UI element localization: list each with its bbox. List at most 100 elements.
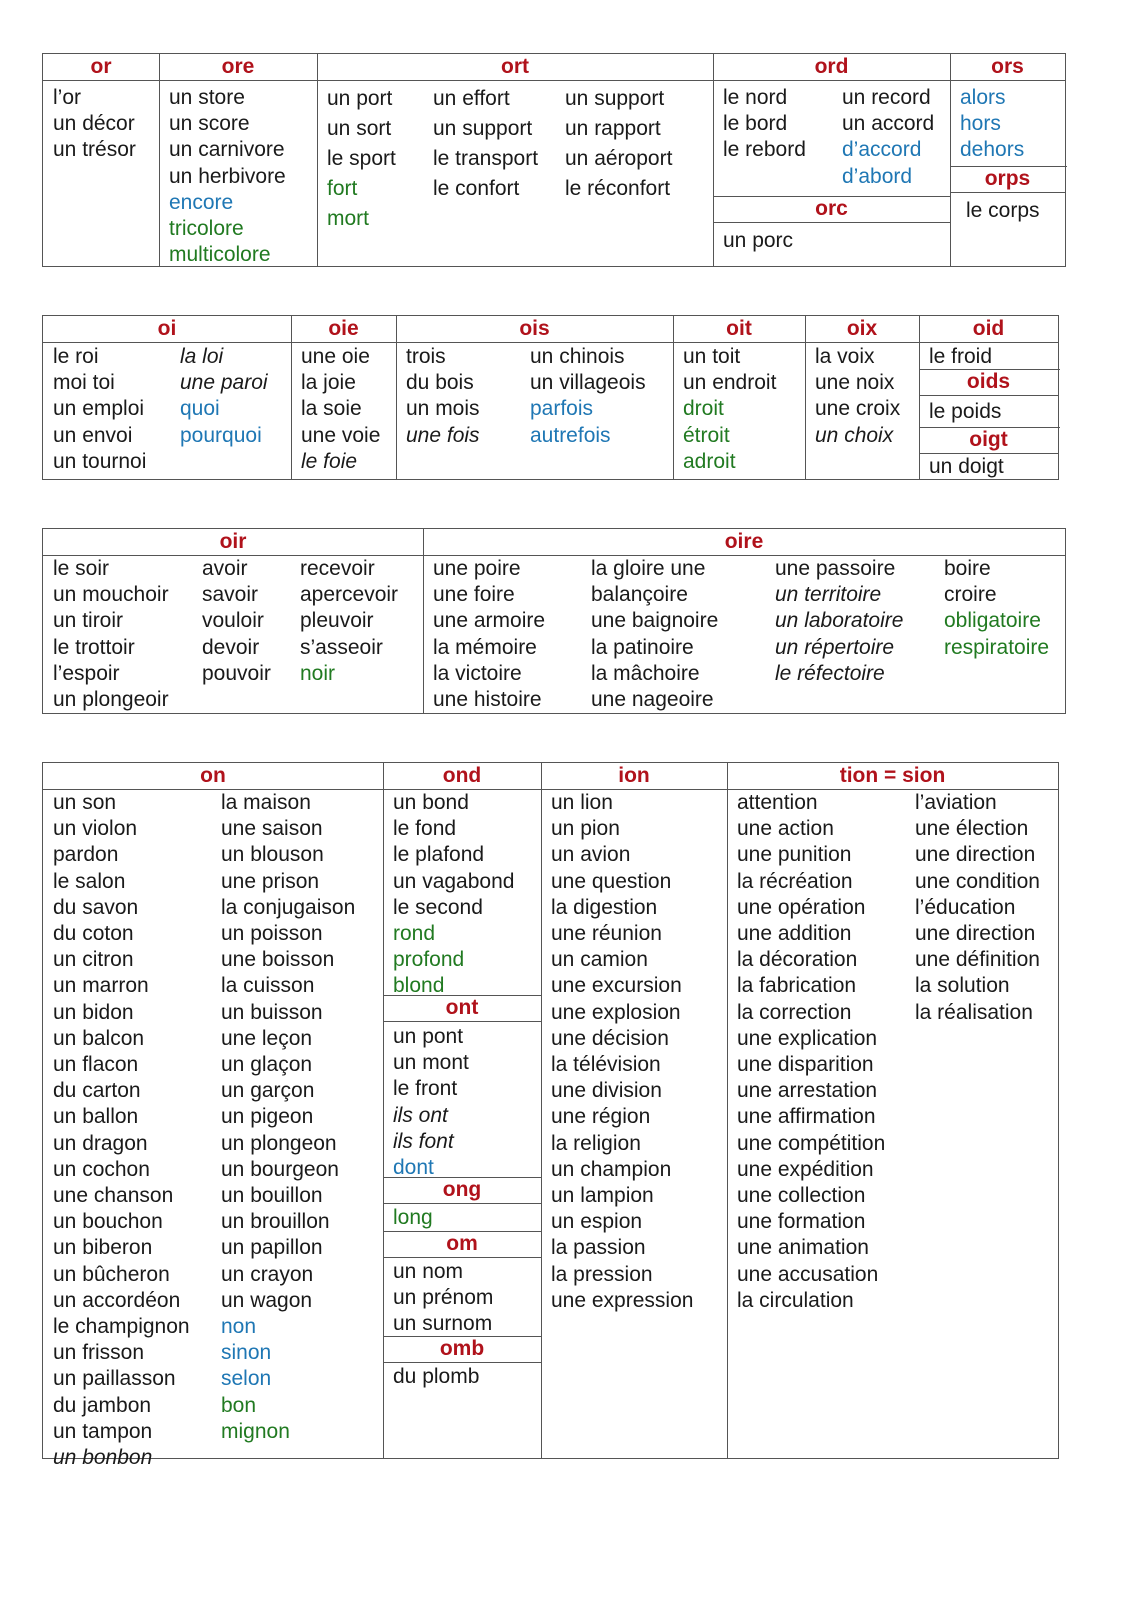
word-item: recevoir (300, 557, 375, 580)
word-item: la victoire (433, 661, 522, 685)
word-item: un store (169, 86, 245, 109)
word-item: un avion (551, 843, 631, 867)
word-item: une question (551, 869, 672, 893)
word-item: un plongeoir (53, 688, 169, 712)
word-item: un villageois (530, 371, 646, 395)
word-item: un pigeon (221, 1105, 314, 1129)
word-item: un violon (53, 817, 138, 841)
word-item: la maison (221, 791, 311, 814)
word-item: un bidon (53, 1000, 134, 1024)
word-item: un citron (53, 948, 134, 972)
word-item: un territoire (775, 583, 882, 607)
word-item: un décor (53, 112, 135, 136)
word-item: une collection (737, 1184, 866, 1208)
word-list-tion-1: attention une action une punition la récréa… (737, 790, 885, 1314)
word-item: pourquoi (180, 423, 262, 447)
word-item: un répertoire (775, 635, 895, 659)
word-item: une poire (433, 557, 521, 580)
word-item: un mouchoir (53, 583, 169, 607)
word-item: une compétition (737, 1131, 886, 1155)
word-item: une nageoire (591, 688, 714, 712)
word-item: quoi (180, 397, 220, 421)
word-item: la joie (301, 371, 356, 395)
word-item: la mémoire (433, 635, 537, 659)
word-list-oir-1: le soir un mouchoir un tiroir le trottoir l’… (53, 556, 169, 713)
word-list-ort-2: un effort un support le transport le confor… (433, 84, 538, 204)
word-item: une expression (551, 1288, 694, 1312)
word-item: un mois (406, 397, 480, 421)
word-item: une action (737, 817, 834, 841)
word-item: sinon (221, 1341, 272, 1365)
word-list-on-2: la maison une saison un blouson une prison l… (221, 790, 355, 1445)
word-item: une leçon (221, 1026, 313, 1050)
word-item: le plafond (393, 843, 485, 867)
word-item: la circulation (737, 1288, 854, 1312)
word-item: un blouson (221, 843, 324, 867)
word-item: hors (960, 112, 1001, 136)
word-item: un tampon (53, 1419, 153, 1443)
word-item: une oie (301, 345, 370, 368)
word-item: apercevoir (300, 583, 399, 607)
word-item: la loi (180, 345, 224, 368)
word-item: un accord (842, 112, 935, 136)
word-item: une excursion (551, 974, 682, 998)
word-item: le front (393, 1077, 458, 1101)
word-item: le trottoir (53, 635, 135, 659)
word-item: une réunion (551, 922, 662, 946)
word-item: une histoire (433, 688, 542, 712)
word-list-oir-3: recevoir apercevoir pleuvoir s’asseoir noir (300, 556, 398, 687)
word-item: un lion (551, 791, 613, 814)
word-item: une noix (815, 371, 895, 395)
word-item: une boisson (221, 948, 335, 972)
word-item: un bourgeon (221, 1157, 339, 1181)
word-item: une définition (915, 948, 1040, 972)
word-item: un score (169, 112, 250, 136)
word-item: la religion (551, 1131, 641, 1155)
word-list-ort-3: un support un rapport un aéroport le réconf… (565, 84, 672, 204)
word-list-ore: un store un score un carnivore un herbivore… (169, 85, 286, 268)
word-item: un paillasson (53, 1367, 176, 1391)
word-item: le roi (53, 345, 99, 368)
word-item: une baignoire (591, 609, 719, 633)
word-item: un chinois (530, 345, 625, 368)
table-oi-family: oi oie ois oit oix oid le roi moi toi un e… (42, 315, 1060, 480)
word-item: attention (737, 791, 818, 814)
word-item: un crayon (221, 1262, 314, 1286)
header-ong: ong (383, 1177, 541, 1204)
word-item: un laboratoire (775, 609, 904, 633)
word-item: un pion (551, 817, 620, 841)
word-item: encore (169, 190, 234, 214)
header-oix: oix (805, 316, 919, 343)
header-orps: orps (950, 166, 1065, 193)
word-item: une région (551, 1105, 651, 1129)
word-item: une explication (737, 1026, 878, 1050)
header-ois: ois (396, 316, 673, 343)
word-item: la digestion (551, 895, 658, 919)
header-ont: ont (383, 995, 541, 1022)
word-item: mort (327, 207, 369, 230)
header-orc: orc (713, 196, 950, 223)
word-item: pouvoir (202, 661, 271, 685)
word-list-ort-1: un port un sort le sport fort mort (327, 84, 396, 234)
header-ion: ion (541, 763, 727, 790)
header-oie: oie (291, 316, 396, 343)
word-item: un bonbon (53, 1446, 153, 1470)
word-item: la cuisson (221, 974, 315, 998)
word-item: un nom (393, 1260, 464, 1283)
word-item: une direction (915, 922, 1036, 946)
word-item: une saison (221, 817, 323, 841)
header-oit: oit (673, 316, 805, 343)
word-item: du plomb (393, 1365, 480, 1388)
word-list-oire-1: une poire une foire une armoire la mémoire l… (433, 556, 545, 713)
word-item: la pression (551, 1262, 653, 1286)
word-item: obligatoire (944, 609, 1041, 633)
word-item: tricolore (169, 217, 244, 241)
word-item: le corps (966, 199, 1040, 222)
word-item: balançoire (591, 583, 688, 607)
word-list-ont: un pont un mont le front ils ont ils font don… (393, 1024, 469, 1181)
word-item: devoir (202, 635, 260, 659)
header-oids: oids (919, 369, 1058, 396)
word-item: une élection (915, 817, 1029, 841)
word-item: droit (683, 397, 724, 421)
word-item: un mont (393, 1051, 469, 1075)
